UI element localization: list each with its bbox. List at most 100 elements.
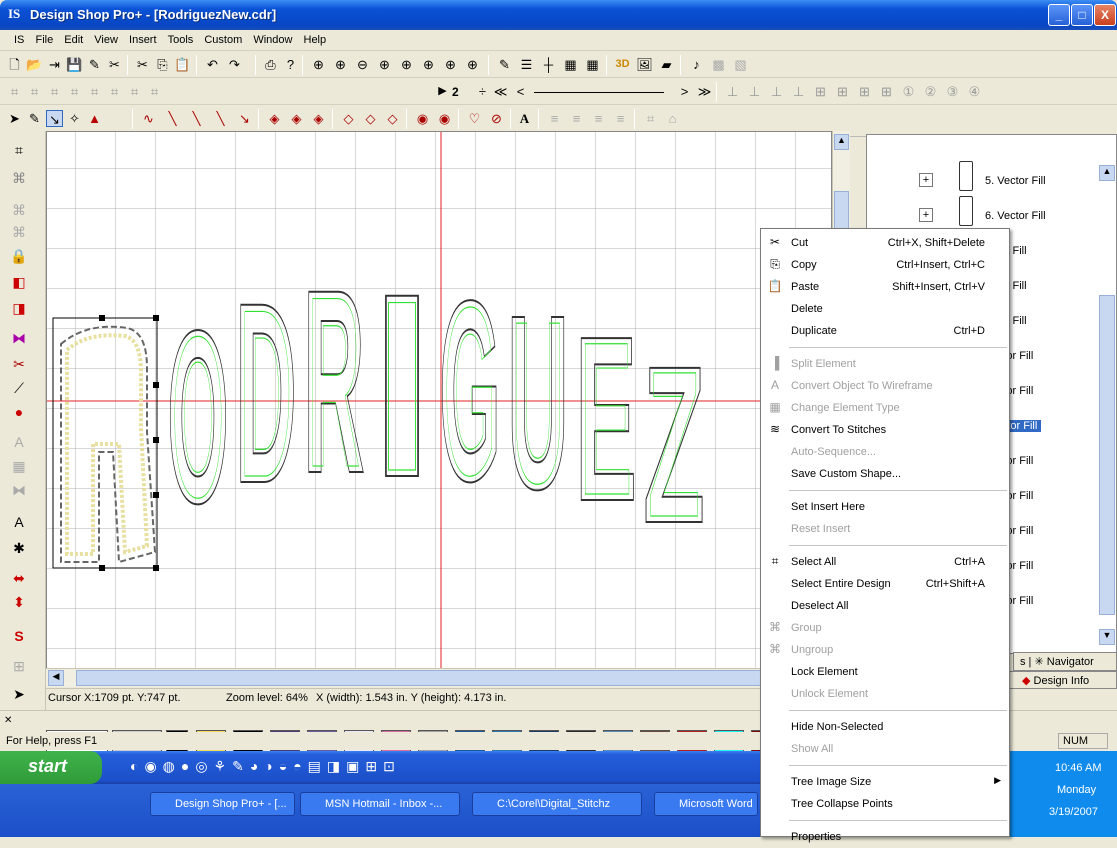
zoom-icon-4[interactable]: ⊕ [376,56,393,73]
print-icon[interactable]: ⎙ [262,56,279,73]
fill-icon[interactable]: ▲ [86,110,103,127]
menu-item-copy[interactable]: ⎘ Copy Ctrl+Insert, Ctrl+C [761,254,1009,276]
menu-file[interactable]: File [31,30,57,50]
3d-icon[interactable]: 3D [614,56,631,73]
menu-tools[interactable]: Tools [164,30,198,50]
tree-scroll-up-icon[interactable]: ▲ [1099,165,1115,181]
tree-expand-icon[interactable]: + [919,173,933,187]
spinner-icon[interactable]: ÷ [474,83,491,100]
shape-icon-3[interactable]: ◈ [310,110,327,127]
zoom-in-icon[interactable]: ⊕ [310,56,327,73]
circle-icon-1[interactable]: ◉ [414,110,431,127]
prev-icon[interactable]: < [512,83,529,100]
palette-close-icon[interactable]: ✕ [4,715,12,726]
save-icon[interactable]: 💾 [66,56,83,73]
grid-icon[interactable]: ▦ [562,56,579,73]
tree-item-label[interactable]: 6. Vector Fill [985,210,1046,222]
image-icon[interactable]: 🖼 [636,56,653,73]
design-letter-stitch[interactable]: O [171,289,224,545]
task-folder[interactable]: C:\Corel\Digital_Stitchz [472,792,642,816]
task-design-shop[interactable]: Design Shop Pro+ - [... [150,792,295,816]
stop-icon[interactable]: ● [8,401,30,423]
crosshair-icon[interactable]: ┼ [540,56,557,73]
menu-item-properties[interactable]: Properties [761,826,1009,848]
arrows-v-icon[interactable]: ⬍ [8,591,30,613]
design-letter-stitch[interactable]: Z [647,328,700,561]
menu-insert[interactable]: Insert [125,30,161,50]
menu-item-cut[interactable]: ✂ Cut Ctrl+X, Shift+Delete [761,232,1009,254]
shape-icon-2[interactable]: ◈ [288,110,305,127]
last-icon[interactable]: ≫ [696,83,713,100]
text-tool-icon[interactable]: A [516,110,533,127]
menu-item-paste[interactable]: 📋 Paste Shift+Insert, Ctrl+V [761,276,1009,298]
move-back-icon[interactable]: ◧ [8,271,30,293]
redo-icon[interactable]: ↷ [226,56,243,73]
menu-window[interactable]: Window [249,30,296,50]
quicklaunch-icons[interactable]: ◐◉◍●◎⚘✎◕◑◒◓▤◨▣⊞⊡ [130,758,401,775]
zoom-icon-5[interactable]: ⊕ [398,56,415,73]
scroll-up-icon[interactable]: ▲ [834,134,849,150]
zoom-icon-6[interactable]: ⊕ [420,56,437,73]
scroll-left-icon[interactable]: ◀ [48,670,64,686]
export-icon[interactable]: ✂ [106,56,123,73]
line-icon-2[interactable]: ╲ [164,110,181,127]
design-letter-stitch[interactable]: R [307,245,360,518]
menu-item-deselect-all[interactable]: Deselect All [761,595,1009,617]
knife-icon[interactable]: ⟋ [8,377,30,399]
design-canvas[interactable]: OODDRRIIGGUUEEZZ RODRIGUEZ [46,131,832,671]
menu-view[interactable]: View [90,30,122,50]
shape-icon-5[interactable]: ◇ [362,110,379,127]
zoom-icon-8[interactable]: ⊕ [464,56,481,73]
stitch-count[interactable]: 2 [452,85,459,99]
menu-help[interactable]: Help [300,30,331,50]
reshape-icon[interactable]: ✧ [66,110,83,127]
tree-row[interactable]: 6. Vector Fill + [867,196,1097,230]
stitch-player-icon[interactable]: ♪ [688,56,705,73]
design-letter-stitch[interactable]: G [443,256,496,525]
play-icon[interactable]: ▶ [434,83,451,100]
design-letter-stitch[interactable]: U [511,272,564,531]
grid-color-icon[interactable]: ▦ [584,56,601,73]
star-icon[interactable]: ✱ [8,537,30,559]
tree-scroll-thumb[interactable] [1099,295,1115,615]
design-letter-stitch[interactable]: I [375,249,428,522]
tool-icon-2[interactable]: ⌘ [8,167,30,189]
tree-item-label[interactable]: 5. Vector Fill [985,175,1046,187]
shape-icon-4[interactable]: ◇ [340,110,357,127]
tab-design-info[interactable]: ◆ Design Info [1007,671,1117,689]
maximize-button[interactable]: □ [1071,4,1093,26]
menu-item-select-entire-design[interactable]: Select Entire Design Ctrl+Shift+A [761,573,1009,595]
paste-icon[interactable]: 📋 [174,56,191,73]
line-icon-3[interactable]: ╲ [188,110,205,127]
scissors-tool-icon[interactable]: ✂ [8,353,30,375]
first-icon[interactable]: ≪ [492,83,509,100]
design-letter-stitch[interactable]: E [579,296,632,541]
zoom-out-icon[interactable]: ⊖ [354,56,371,73]
menu-item-lock-element[interactable]: Lock Element [761,661,1009,683]
lock-icon[interactable]: 🔒 [8,245,30,267]
undo-icon[interactable]: ↶ [204,56,221,73]
mirror-icon[interactable]: ⧓ [8,327,30,349]
select-arrow-icon[interactable]: ➤ [6,110,23,127]
menu-edit[interactable]: Edit [60,30,87,50]
line-icon-4[interactable]: ╲ [212,110,229,127]
shape-icon-1[interactable]: ◈ [266,110,283,127]
help-icon[interactable]: ? [282,56,299,73]
move-forward-icon[interactable]: ◨ [8,297,30,319]
next-icon[interactable]: > [676,83,693,100]
menu-item-hide-non-selected[interactable]: Hide Non-Selected [761,716,1009,738]
arrows-h-icon[interactable]: ⬌ [8,567,30,589]
circle-icon-2[interactable]: ◉ [436,110,453,127]
heart-icon[interactable]: ♡ [466,110,483,127]
menu-item-save-custom-shape[interactable]: Save Custom Shape... [761,463,1009,485]
new-icon[interactable]: 🗋 [6,56,23,73]
menu-custom[interactable]: Custom [200,30,246,50]
horizontal-scrollbar[interactable]: ◀ [46,668,832,687]
copy-icon[interactable]: ⎘ [154,56,171,73]
design-letter-stitch[interactable]: D [239,258,292,527]
tree-expand-icon[interactable]: + [919,208,933,222]
pencil-icon[interactable]: ✎ [26,110,43,127]
horizontal-thumb[interactable] [76,670,776,686]
tree-row[interactable]: 5. Vector Fill + [867,161,1097,195]
s-icon[interactable]: S [8,625,30,647]
